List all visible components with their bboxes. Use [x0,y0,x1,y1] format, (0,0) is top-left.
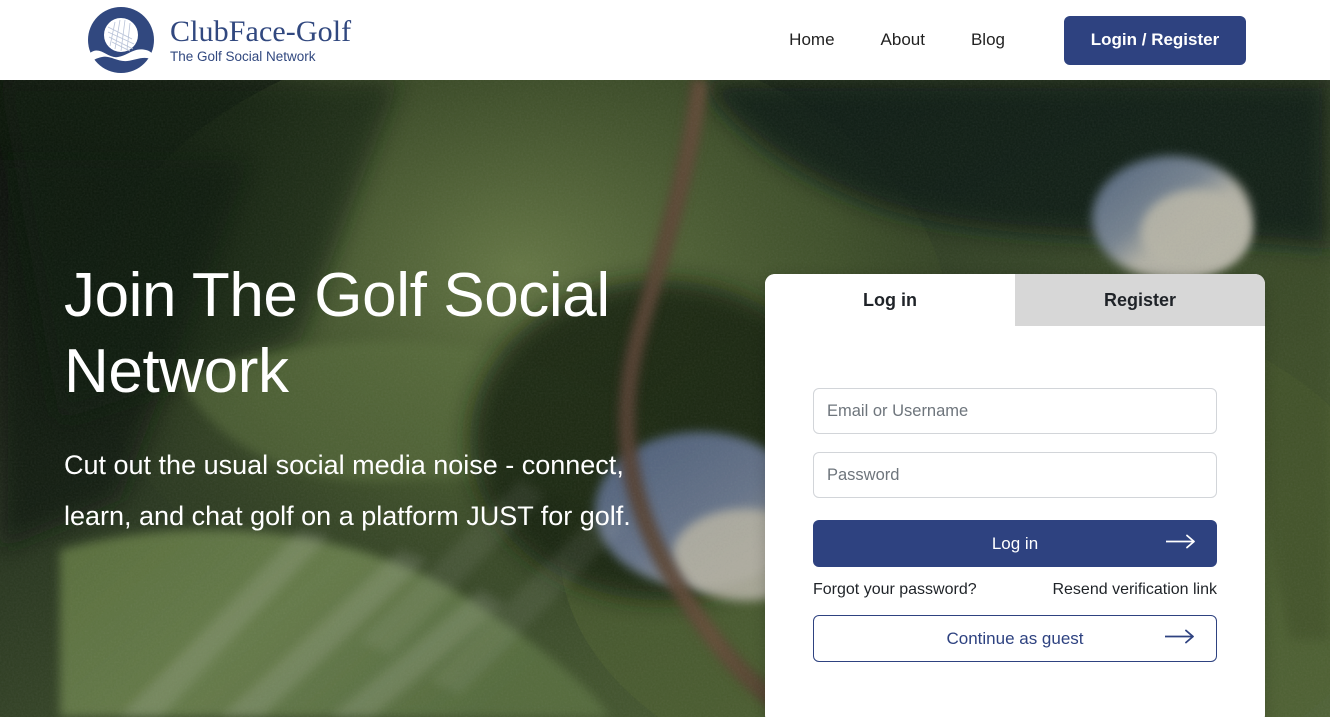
password-input[interactable] [813,452,1217,498]
hero-section: Join The Golf Social Network Cut out the… [0,80,1330,717]
email-or-username-input[interactable] [813,388,1217,434]
auth-card-body: Log in Forgot your password? Resend veri… [765,388,1265,662]
arrow-right-icon [1165,533,1199,554]
main-nav: Home About Blog Login / Register [766,0,1246,80]
continue-as-guest-label: Continue as guest [946,628,1084,648]
arrow-right-icon [1164,628,1198,649]
tab-register[interactable]: Register [1015,274,1265,326]
tab-login[interactable]: Log in [765,274,1015,326]
auth-helper-links: Forgot your password? Resend verificatio… [813,581,1217,599]
resend-verification-link[interactable]: Resend verification link [1052,581,1217,599]
login-register-button[interactable]: Login / Register [1064,15,1246,65]
login-submit-button[interactable]: Log in [813,520,1217,567]
continue-as-guest-button[interactable]: Continue as guest [813,615,1217,662]
brand-tagline: The Golf Social Network [170,48,316,64]
nav-item-about[interactable]: About [858,0,948,80]
nav-item-home[interactable]: Home [766,0,857,80]
forgot-password-link[interactable]: Forgot your password? [813,581,977,599]
auth-card: Log in Register Log in Forgot [765,274,1265,717]
brand-text: ClubFace-Golf The Golf Social Network [170,14,352,65]
nav-item-blog[interactable]: Blog [948,0,1028,80]
hero-copy: Join The Golf Social Network Cut out the… [64,258,684,542]
brand-name: ClubFace-Golf [170,14,352,48]
auth-tabs: Log in Register [765,274,1265,326]
page-root: ClubFace-Golf The Golf Social Network Ho… [0,0,1330,717]
login-submit-label: Log in [991,533,1039,553]
golf-ball-circle-logo-icon [84,3,158,77]
hero-subtitle: Cut out the usual social media noise - c… [64,450,631,531]
brand-logo-link[interactable]: ClubFace-Golf The Golf Social Network [84,3,351,77]
hero-title: Join The Golf Social Network [64,261,610,406]
site-header: ClubFace-Golf The Golf Social Network Ho… [0,0,1330,80]
